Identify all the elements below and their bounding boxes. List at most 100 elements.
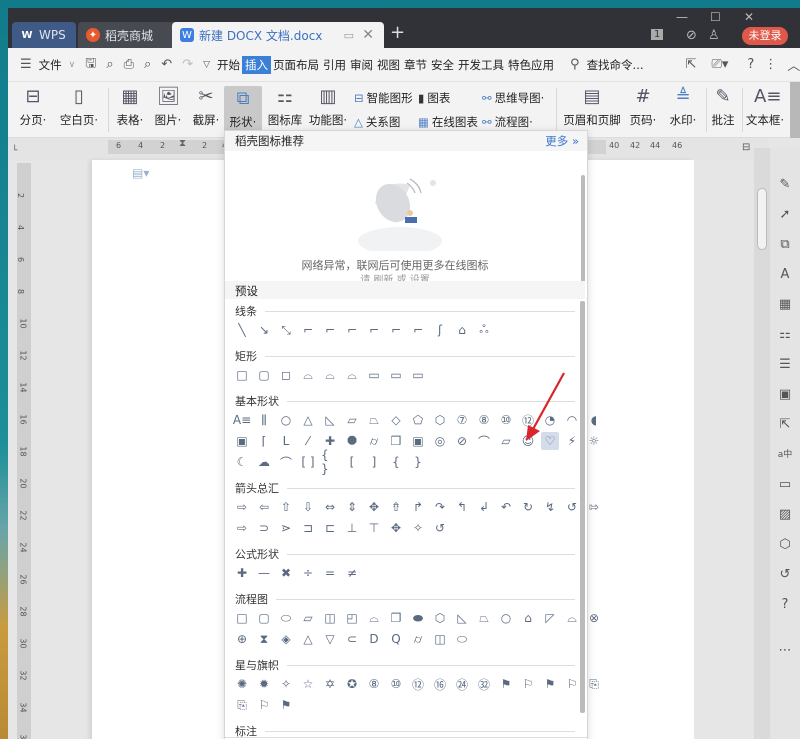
- shape-item[interactable]: ▢: [255, 609, 273, 627]
- more-icon[interactable]: ⋯: [776, 642, 794, 660]
- scrollbar-thumb[interactable]: [757, 188, 767, 250]
- share-icon[interactable]: ⇱: [686, 57, 697, 72]
- shape-item[interactable]: ↺: [431, 519, 449, 537]
- header-footer-button[interactable]: ▤ 页眉和页脚: [560, 86, 624, 128]
- shape-item[interactable]: ⌓: [343, 366, 361, 384]
- shape-item[interactable]: [ ]: [299, 453, 317, 471]
- shape-item[interactable]: ⌓: [299, 366, 317, 384]
- shape-item[interactable]: ↺: [563, 498, 581, 516]
- shape-item[interactable]: ⌒: [277, 453, 295, 471]
- shape-item[interactable]: □: [233, 609, 251, 627]
- shape-item[interactable]: ✖: [277, 564, 295, 582]
- menu-references[interactable]: 引用: [321, 57, 348, 73]
- shape-item[interactable]: ㉜: [475, 675, 493, 693]
- shape-item[interactable]: ◈: [277, 630, 295, 648]
- blank-page-button[interactable]: ▯ 空白页·: [56, 86, 102, 128]
- shape-item[interactable]: ⇧: [277, 498, 295, 516]
- shape-item[interactable]: ◎: [431, 432, 449, 450]
- shape-item[interactable]: ◫: [431, 630, 449, 648]
- textbox-button[interactable]: A≡ 文本框·: [744, 86, 786, 128]
- shape-item[interactable]: ▱: [343, 411, 361, 429]
- shape-item[interactable]: ◫: [321, 609, 339, 627]
- shape-item[interactable]: ⬡: [431, 609, 449, 627]
- help-icon[interactable]: ?: [747, 57, 754, 72]
- ruler-toggle-icon[interactable]: ⊟: [742, 142, 750, 153]
- shape-item[interactable]: ✺: [233, 675, 251, 693]
- shape-item[interactable]: ⌐: [321, 321, 339, 339]
- archive-icon[interactable]: ▭: [776, 476, 794, 494]
- file-menu[interactable]: 文件: [37, 57, 64, 73]
- shape-item[interactable]: ⁄: [299, 432, 317, 450]
- shape-item[interactable]: ▭: [387, 366, 405, 384]
- shape-item[interactable]: ⊤: [365, 519, 383, 537]
- online-chart-button[interactable]: ▦ 在线图表: [418, 114, 478, 130]
- menu-special-apps[interactable]: 特色应用: [506, 57, 556, 73]
- shape-item[interactable]: ▱: [299, 609, 317, 627]
- apps-icon[interactable]: ⚏: [776, 326, 794, 344]
- shape-item[interactable]: —: [255, 564, 273, 582]
- shape-item[interactable]: ✚: [233, 564, 251, 582]
- shape-item[interactable]: ✧: [277, 675, 295, 693]
- shape-item[interactable]: ↘: [255, 321, 273, 339]
- shape-item[interactable]: ⚑: [497, 675, 515, 693]
- page-break-button[interactable]: ⊟ 分页·: [16, 86, 50, 128]
- flowchart-button[interactable]: ⚯ 流程图·: [482, 114, 533, 130]
- shape-item[interactable]: ⬠: [409, 411, 427, 429]
- shape-item[interactable]: ✧: [409, 519, 427, 537]
- shape-item[interactable]: ⏢: [475, 609, 493, 627]
- share-icon[interactable]: ⇱: [776, 416, 794, 434]
- shape-item[interactable]: ▣: [409, 432, 427, 450]
- shape-item[interactable]: ⊥: [343, 519, 361, 537]
- shape-item[interactable]: ✪: [343, 675, 361, 693]
- shield-icon[interactable]: ⬡: [776, 536, 794, 554]
- shape-item[interactable]: L: [277, 432, 295, 450]
- screenshot-button[interactable]: ✂ 截屏·: [188, 86, 224, 128]
- menu-view[interactable]: 视图: [375, 57, 402, 73]
- shape-item[interactable]: ⌂: [519, 609, 537, 627]
- relation-chart-button[interactable]: △ 关系图: [354, 114, 400, 130]
- comment-button[interactable]: ✎ 批注: [708, 86, 738, 128]
- settings-sliders-icon[interactable]: ☰: [776, 356, 794, 374]
- shape-item[interactable]: ✥: [387, 519, 405, 537]
- shape-item[interactable]: ⌭: [409, 630, 427, 648]
- save-icon[interactable]: 🖫: [85, 54, 96, 76]
- shape-item[interactable]: ○: [497, 609, 515, 627]
- shape-item[interactable]: ㉔: [453, 675, 471, 693]
- shape-item[interactable]: ⇩: [299, 498, 317, 516]
- shape-item[interactable]: ◸: [541, 609, 559, 627]
- menu-developer[interactable]: 开发工具: [456, 57, 506, 73]
- shape-item[interactable]: ⚐: [255, 696, 273, 714]
- shape-item[interactable]: ✡: [321, 675, 339, 693]
- shape-item[interactable]: ⌐: [299, 321, 317, 339]
- watermark-button[interactable]: ≜ 水印·: [664, 86, 702, 128]
- chart-button[interactable]: ▮ 图表: [418, 90, 450, 106]
- shape-item[interactable]: ⇦: [255, 498, 273, 516]
- shape-item[interactable]: {: [387, 453, 405, 471]
- image-icon[interactable]: ▨: [776, 506, 794, 524]
- shape-item[interactable]: ▱: [497, 432, 515, 450]
- tshirt-icon[interactable]: ♙: [708, 28, 720, 43]
- shape-item[interactable]: ⎘: [233, 696, 251, 714]
- shape-item[interactable]: ▢: [255, 366, 273, 384]
- menu-security[interactable]: 安全: [429, 57, 456, 73]
- shape-item[interactable]: D: [365, 630, 383, 648]
- shape-item[interactable]: ⬭: [453, 630, 471, 648]
- shape-item[interactable]: ⏢: [365, 411, 383, 429]
- close-window-button[interactable]: ✕: [744, 10, 754, 24]
- shape-item[interactable]: Q: [387, 630, 405, 648]
- shape-item[interactable]: ☾: [233, 453, 251, 471]
- shape-item[interactable]: △: [299, 411, 317, 429]
- tab-stop-icon[interactable]: └: [12, 146, 17, 156]
- undo-icon[interactable]: ↶: [161, 57, 172, 72]
- vertical-scrollbar[interactable]: [754, 148, 770, 739]
- shape-item[interactable]: ⌭: [365, 432, 383, 450]
- search-icon[interactable]: ⚲: [570, 57, 580, 72]
- close-tab-icon[interactable]: ✕: [362, 27, 374, 43]
- shape-item[interactable]: ⊏: [321, 519, 339, 537]
- shape-item[interactable]: ⚑: [541, 675, 559, 693]
- shape-item[interactable]: ◖: [585, 411, 603, 429]
- shape-item[interactable]: ⇨: [233, 519, 251, 537]
- shape-item[interactable]: ⊃: [255, 519, 273, 537]
- shape-item[interactable]: ⯃: [343, 432, 361, 450]
- shape-item[interactable]: ↷: [431, 498, 449, 516]
